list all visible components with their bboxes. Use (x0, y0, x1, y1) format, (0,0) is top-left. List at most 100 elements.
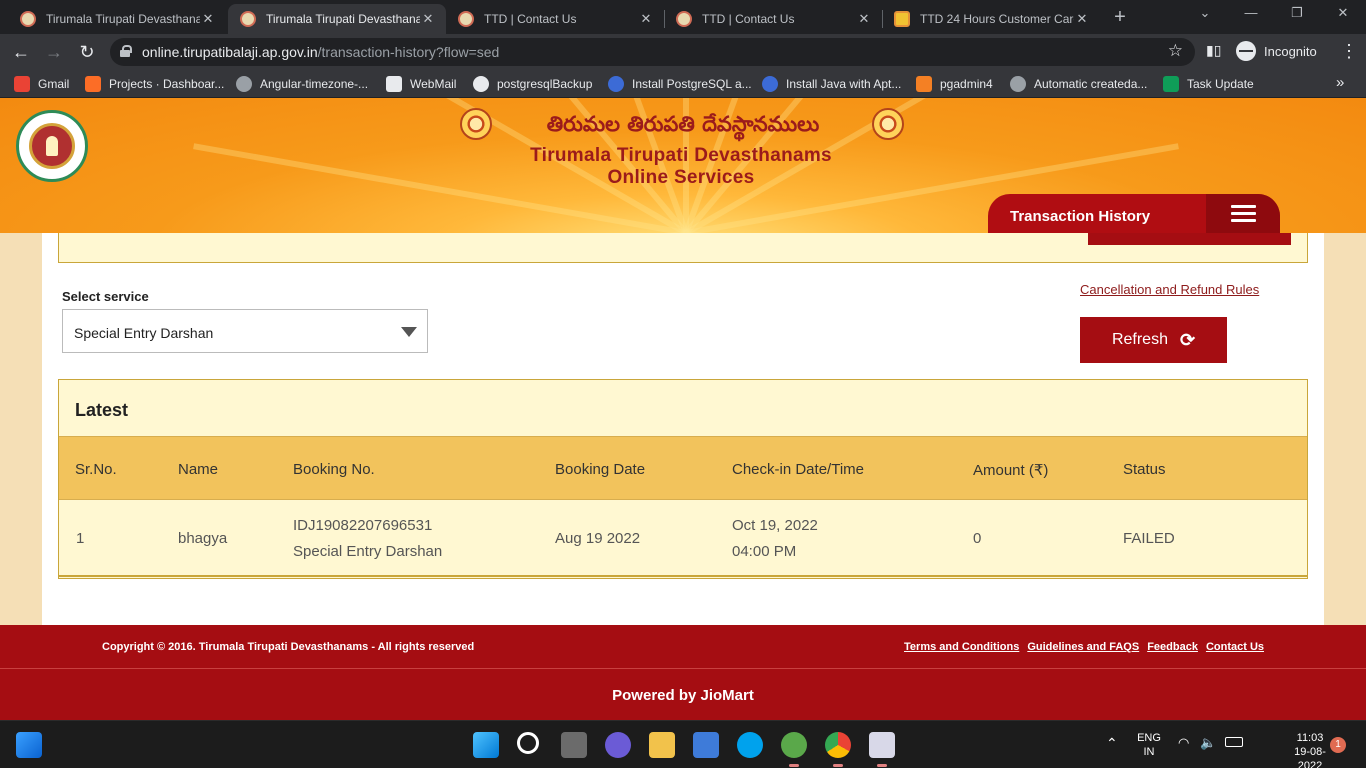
close-tab-icon[interactable]: ✕ (638, 11, 654, 27)
widgets-icon[interactable] (16, 732, 42, 758)
gmail-icon (14, 76, 30, 92)
search-icon[interactable] (517, 732, 539, 754)
feedback-link[interactable]: Feedback (1147, 641, 1198, 653)
browser-tab-active[interactable]: Tirumala Tirupati Devasthanams ✕ (228, 4, 446, 34)
bookmark-label: Angular-timezone-... (260, 77, 369, 91)
browser-tab[interactable]: Tirumala Tirupati Devasthanams ✕ (8, 4, 226, 34)
language-indicator[interactable]: ENG IN (1134, 731, 1164, 759)
ttd-emblem-icon (29, 123, 75, 169)
selected-service-value: Special Entry Darshan (74, 325, 214, 341)
minimize-icon[interactable]: — (1241, 5, 1261, 20)
forward-arrow-icon[interactable]: → (43, 41, 65, 63)
file-explorer-icon[interactable] (649, 732, 675, 758)
browser-tab[interactable]: TTD | Contact Us ✕ (664, 4, 882, 34)
teams-chat-icon[interactable] (605, 732, 631, 758)
chrome-icon[interactable] (825, 732, 851, 767)
notification-badge[interactable]: 1 (1330, 737, 1346, 753)
url-text: online.tirupatibalaji.ap.gov.in/transact… (142, 44, 499, 60)
tab-search-icon[interactable]: ⌄ (1195, 5, 1215, 21)
show-hidden-icons-icon[interactable]: ⌃ (1106, 736, 1118, 750)
powered-by-text: Powered by JioMart (612, 687, 754, 704)
transaction-history-tab[interactable]: Transaction History (988, 194, 1280, 233)
cell-booking-service: Special Entry Darshan (293, 543, 443, 560)
url-host: online.tirupatibalaji.ap.gov.in (142, 44, 318, 60)
site-subtitle: Online Services (607, 167, 755, 188)
cell-checkin-time: 04:00 PM (732, 543, 797, 560)
address-bar[interactable]: online.tirupatibalaji.ap.gov.in/transact… (110, 38, 1195, 66)
bookmark-star-icon[interactable]: ☆ (1168, 41, 1183, 61)
chevron-down-icon (401, 327, 417, 337)
skype-icon[interactable] (737, 732, 763, 758)
refresh-icon: ⟳ (1179, 329, 1196, 350)
volume-muted-icon[interactable]: 🔈 (1200, 736, 1216, 750)
telugu-title: తిరుమల తిరుపతి దేవస్థానములు (546, 112, 820, 136)
ttd-logo[interactable] (16, 110, 88, 182)
refresh-button[interactable]: Refresh ⟳ (1080, 317, 1227, 363)
cancellation-refund-rules-link[interactable]: Cancellation and Refund Rules (1080, 282, 1259, 297)
guidelines-faqs-link[interactable]: Guidelines and FAQS (1027, 641, 1139, 653)
footer: Copyright © 2016. Tirumala Tirupati Deva… (0, 625, 1366, 669)
refresh-label: Refresh (1111, 331, 1168, 348)
bookmark-label: Install Java with Apt... (786, 77, 902, 91)
service-select[interactable]: Special Entry Darshan (62, 309, 428, 353)
latest-title: Latest (75, 400, 129, 420)
browser-tab[interactable]: TTD 24 Hours Customer Care ✕ (882, 4, 1100, 34)
spring-tool-icon[interactable] (781, 732, 807, 767)
browser-menu-icon[interactable]: ⋮ (1340, 40, 1358, 62)
bookmark-postgresql-backup[interactable]: postgresqlBackup (473, 76, 592, 92)
column-header-status: Status (1123, 461, 1166, 478)
windows-taskbar: ⌃ ENG IN ◠ 🔈 11:03 19-08-2022 1 (0, 720, 1366, 768)
site-title: Tirumala Tirupati Devasthanams (530, 145, 832, 166)
bookmark-install-postgresql[interactable]: Install PostgreSQL a... (608, 76, 752, 92)
tab-title: TTD | Contact Us (484, 12, 577, 26)
bookmark-automatic-createdat[interactable]: Automatic createda... (1010, 76, 1147, 92)
region-code: IN (1143, 746, 1155, 758)
copyright-text: Copyright © 2016. Tirumala Tirupati Deva… (102, 641, 475, 653)
close-tab-icon[interactable]: ✕ (1074, 11, 1090, 27)
wifi-icon[interactable]: ◠ (1178, 736, 1189, 750)
restore-icon[interactable]: ❐ (1287, 5, 1307, 21)
ttd-favicon-icon (240, 11, 256, 27)
new-tab-icon[interactable]: + (1109, 6, 1131, 28)
task-view-icon[interactable] (561, 732, 587, 758)
bookmark-pgadmin4[interactable]: pgadmin4 (916, 76, 993, 92)
table-header: Sr.No. Name Booking No. Booking Date Che… (59, 436, 1307, 500)
close-tab-icon[interactable]: ✕ (856, 11, 872, 27)
battery-icon[interactable] (1225, 737, 1243, 747)
incognito-profile[interactable]: Incognito (1236, 41, 1317, 61)
column-header-name: Name (178, 461, 219, 478)
snipping-tool-icon[interactable] (869, 732, 895, 767)
conch-symbol-icon (460, 108, 492, 140)
close-window-icon[interactable]: ✕ (1333, 5, 1353, 21)
bookmark-webmail[interactable]: WebMail (386, 76, 456, 92)
footer-links: Terms and Conditions Guidelines and FAQS… (904, 641, 1264, 653)
browser-tab[interactable]: TTD | Contact Us ✕ (446, 4, 664, 34)
webmail-icon (386, 76, 402, 92)
github-icon (473, 76, 489, 92)
bookmark-angular-timezone[interactable]: Angular-timezone-... (236, 76, 368, 92)
side-panel-icon[interactable]: ▮▯ (1206, 42, 1221, 59)
tab-title: Tirumala Tirupati Devasthanams (46, 12, 200, 26)
close-tab-icon[interactable]: ✕ (420, 11, 436, 27)
contact-us-link[interactable]: Contact Us (1206, 641, 1264, 653)
clock-date: 19-08-2022 (1294, 746, 1326, 768)
reload-icon[interactable]: ↻ (76, 41, 98, 63)
microsoft-store-icon[interactable] (693, 732, 719, 758)
start-icon[interactable] (473, 732, 499, 758)
cell-amount: 0 (973, 530, 982, 547)
clock[interactable]: 11:03 19-08-2022 (1282, 731, 1338, 768)
back-arrow-icon[interactable]: ← (10, 41, 32, 63)
bookmark-gmail[interactable]: Gmail (14, 76, 69, 92)
close-tab-icon[interactable]: ✕ (200, 11, 216, 27)
bookmark-install-java[interactable]: Install Java with Apt... (762, 76, 901, 92)
tab-title: TTD | Contact Us (702, 12, 795, 26)
cell-status: FAILED (1123, 530, 1175, 547)
hamburger-menu-icon[interactable] (1231, 205, 1256, 223)
more-bookmarks-icon[interactable]: » (1336, 74, 1344, 91)
bookmark-task-update[interactable]: Task Update (1163, 76, 1254, 92)
terms-link[interactable]: Terms and Conditions (904, 641, 1019, 653)
cell-booking-date: Aug 19 2022 (555, 530, 641, 547)
bookmark-projects[interactable]: Projects · Dashboar... (85, 76, 224, 92)
lock-icon[interactable] (120, 45, 132, 57)
globe-icon (1010, 76, 1026, 92)
